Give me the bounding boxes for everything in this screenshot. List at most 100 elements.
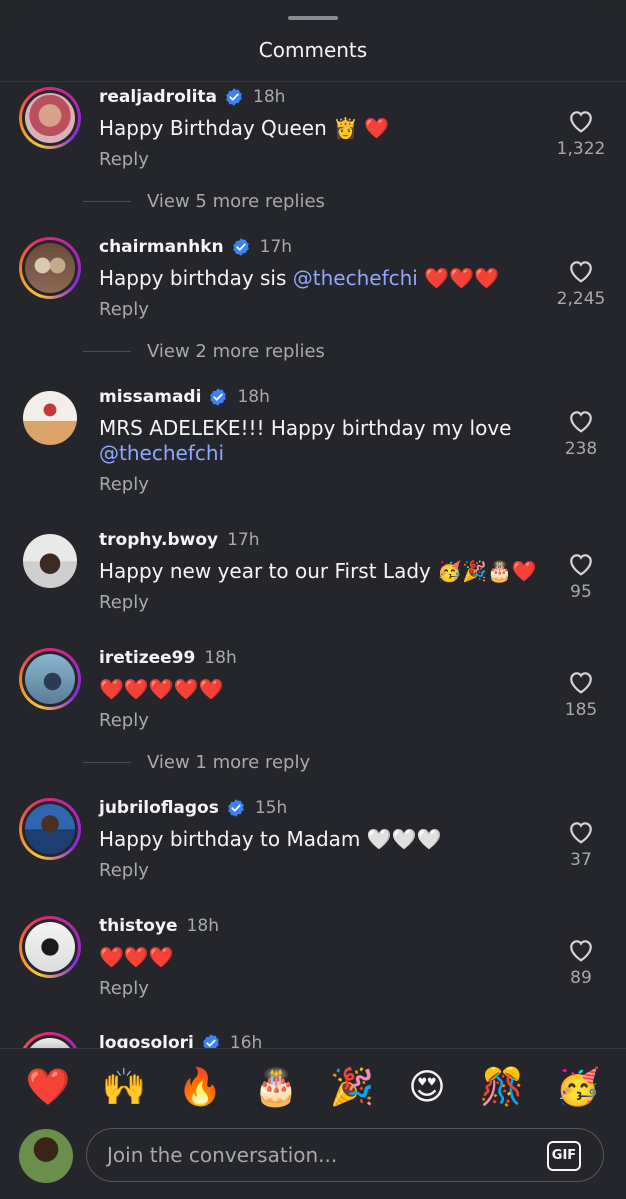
grab-handle[interactable]: [288, 16, 338, 20]
heart-icon: [570, 554, 592, 576]
comment-input-placeholder: Join the conversation...: [107, 1143, 338, 1167]
mention-link[interactable]: @thechefchi: [99, 441, 224, 465]
reply-button[interactable]: Reply: [99, 474, 149, 495]
emoji-raised-hands-button[interactable]: 🙌: [101, 1065, 147, 1111]
comment-item: thistoye 18h ❤️❤️❤️ Reply 89: [0, 911, 626, 1011]
divider: [83, 761, 131, 763]
emoji-party-popper-button[interactable]: 🎉: [329, 1065, 375, 1111]
page-title: Comments: [258, 38, 368, 62]
comment-item: iretizee99 18h ❤️❤️❤️❤️❤️ Reply 185 View…: [0, 643, 626, 783]
heart-icon: [570, 822, 592, 844]
like-count: 95: [570, 582, 592, 602]
like-button[interactable]: 37: [551, 820, 611, 870]
view-replies-label: View 5 more replies: [147, 190, 325, 212]
like-button[interactable]: 89: [551, 938, 611, 988]
view-replies-label: View 1 more reply: [147, 751, 311, 773]
emoji-heart-eyes-button[interactable]: 😍: [404, 1065, 450, 1111]
avatar[interactable]: [19, 1032, 81, 1048]
verified-badge-icon: [203, 1034, 219, 1048]
emoji-reaction-bar: ❤️ 🙌 🔥 🎂 🎉 😍 🎊 🥳 Join the conversation..…: [0, 1048, 626, 1199]
comment-item: jubriloflagos 15h Happy birthday to Mada…: [0, 793, 626, 893]
gif-button[interactable]: GIF: [547, 1141, 581, 1171]
verified-badge-icon: [226, 88, 242, 106]
username[interactable]: thistoye: [99, 916, 178, 936]
like-count: 185: [564, 700, 598, 720]
comment-text: ❤️❤️❤️❤️❤️: [99, 677, 224, 701]
like-button[interactable]: 1,322: [551, 109, 611, 159]
reply-button[interactable]: Reply: [99, 592, 149, 613]
comment-item: logosolori 16h: [0, 1029, 626, 1048]
timestamp: 17h: [259, 237, 293, 257]
avatar[interactable]: [19, 798, 81, 860]
username[interactable]: jubriloflagos: [99, 798, 219, 818]
view-replies-button[interactable]: View 2 more replies: [83, 339, 325, 363]
username[interactable]: logosolori: [99, 1033, 194, 1048]
username[interactable]: realjadrolita: [99, 87, 217, 107]
timestamp: 18h: [204, 648, 237, 668]
timestamp: 18h: [186, 916, 219, 936]
view-replies-button[interactable]: View 1 more reply: [83, 750, 310, 774]
divider: [83, 350, 131, 352]
emoji-party-face-button[interactable]: 🥳: [555, 1065, 601, 1111]
heart-icon: [570, 111, 592, 133]
heart-icon: [570, 261, 592, 283]
comment-text: ❤️❤️❤️: [99, 945, 174, 969]
like-count: 2,245: [556, 289, 606, 309]
timestamp: 18h: [253, 87, 286, 107]
avatar[interactable]: [19, 916, 81, 978]
view-replies-label: View 2 more replies: [147, 340, 325, 362]
avatar[interactable]: [19, 530, 81, 592]
heart-icon: [570, 672, 592, 694]
reply-button[interactable]: Reply: [99, 978, 149, 999]
view-replies-button[interactable]: View 5 more replies: [83, 189, 325, 213]
verified-badge-icon: [232, 238, 249, 256]
comment-text: Happy birthday sis @thechefchi ❤️❤️❤️: [99, 266, 499, 290]
like-button[interactable]: 238: [551, 409, 611, 459]
emoji-fire-button[interactable]: 🔥: [177, 1065, 223, 1111]
comment-item: missamadi 18h MRS ADELEKE!!! Happy birth…: [0, 382, 626, 507]
emoji-confetti-button[interactable]: 🎊: [479, 1065, 525, 1111]
reply-button[interactable]: Reply: [99, 149, 149, 170]
like-button[interactable]: 185: [551, 670, 611, 720]
reply-button[interactable]: Reply: [99, 860, 149, 881]
avatar[interactable]: [19, 237, 81, 299]
timestamp: 18h: [237, 387, 270, 407]
like-button[interactable]: 2,245: [551, 259, 611, 309]
comments-sheet: Comments realjadrolita 18h Happy Birthda…: [0, 0, 626, 1199]
like-count: 37: [570, 850, 592, 870]
timestamp: 17h: [227, 530, 260, 550]
emoji-cake-button[interactable]: 🎂: [253, 1065, 299, 1111]
verified-badge-icon: [228, 799, 244, 817]
comment-text: MRS ADELEKE!!! Happy birthday my love @th…: [99, 416, 512, 465]
username[interactable]: iretizee99: [99, 648, 195, 668]
comment-text: Happy new year to our First Lady 🥳🎉🎂❤️: [99, 559, 537, 583]
like-button[interactable]: 95: [551, 552, 611, 602]
comments-list[interactable]: realjadrolita 18h Happy Birthday Queen 👸…: [0, 82, 626, 1048]
reply-button[interactable]: Reply: [99, 710, 149, 731]
reply-button[interactable]: Reply: [99, 299, 149, 320]
comment-item: trophy.bwoy 17h Happy new year to our Fi…: [0, 525, 626, 625]
heart-icon: [570, 940, 592, 962]
comment-text: Happy Birthday Queen 👸 ❤️: [99, 116, 390, 140]
heart-icon: [570, 411, 592, 433]
divider: [83, 200, 131, 202]
like-count: 1,322: [556, 139, 606, 159]
username[interactable]: trophy.bwoy: [99, 530, 218, 550]
comment-text: Happy birthday to Madam 🤍🤍🤍: [99, 827, 442, 851]
username[interactable]: chairmanhkn: [99, 237, 224, 257]
verified-badge-icon: [210, 388, 227, 406]
timestamp: 15h: [254, 798, 288, 818]
mention-link[interactable]: @thechefchi: [293, 266, 418, 290]
current-user-avatar: [19, 1129, 73, 1183]
timestamp: 16h: [229, 1033, 263, 1048]
like-count: 89: [570, 968, 592, 988]
emoji-heart-button[interactable]: ❤️: [25, 1065, 71, 1111]
comment-item: realjadrolita 18h Happy Birthday Queen 👸…: [0, 82, 626, 222]
comment-input[interactable]: Join the conversation... GIF: [86, 1128, 604, 1182]
comment-item: chairmanhkn 17h Happy birthday sis @thec…: [0, 232, 626, 372]
avatar[interactable]: [19, 87, 81, 149]
avatar[interactable]: [19, 648, 81, 710]
like-count: 238: [564, 439, 598, 459]
username[interactable]: missamadi: [99, 387, 201, 407]
avatar[interactable]: [19, 387, 81, 449]
